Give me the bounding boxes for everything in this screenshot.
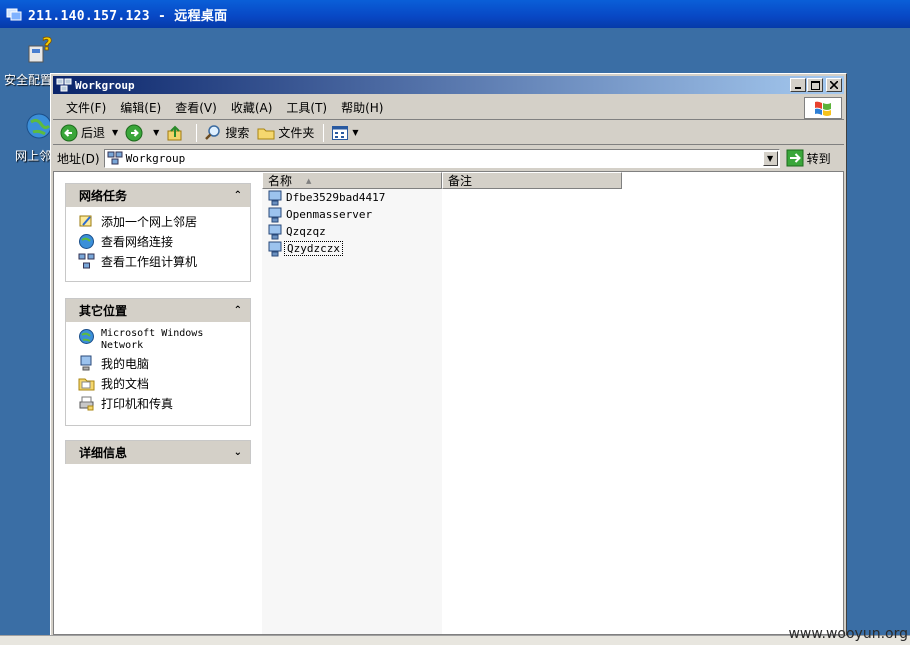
up-folder-button[interactable]: [163, 123, 190, 143]
close-button[interactable]: [826, 78, 842, 92]
place-my-computer[interactable]: 我的电脑: [78, 355, 250, 372]
address-value: Workgroup: [125, 151, 186, 165]
printer-icon: [79, 396, 94, 411]
security-wizard-icon: ?: [28, 34, 53, 63]
watermark: www.wooyun.org: [788, 626, 908, 642]
network-workgroup-icon: [56, 78, 72, 92]
address-bar: 地址(D) Workgroup ▼ 转到: [53, 146, 844, 170]
list-item[interactable]: Openmasserver: [268, 206, 374, 223]
forward-button[interactable]: [122, 123, 149, 143]
menu-favorites[interactable]: 收藏(A): [224, 97, 280, 118]
toolbar-separator: [323, 123, 325, 142]
menu-help[interactable]: 帮助(H): [334, 97, 390, 118]
forward-dropdown-icon[interactable]: ▼: [153, 128, 159, 137]
expand-chevron-icon[interactable]: ⌄: [234, 447, 242, 458]
views-button[interactable]: ▼: [328, 123, 361, 143]
place-my-documents[interactable]: 我的文档: [78, 375, 250, 392]
back-button[interactable]: 后退: [57, 123, 108, 143]
details-panel: 详细信息 ⌄: [65, 440, 251, 464]
folders-label: 文件夹: [278, 126, 315, 140]
window-titlebar[interactable]: Workgroup: [53, 76, 844, 94]
task-add-network-place[interactable]: 添加一个网上邻居: [78, 213, 250, 230]
add-network-place-icon: [79, 215, 92, 227]
minimize-icon: [795, 87, 801, 89]
forward-arrow-icon: [125, 124, 143, 141]
menu-file[interactable]: 文件(F): [59, 97, 113, 118]
remote-desktop-icon: [6, 8, 22, 21]
explorer-window[interactable]: Workgroup 文件(F) 编辑(E) 查看(V) 收藏(A) 工具(T) …: [50, 73, 847, 638]
list-item[interactable]: Qzqzqz: [268, 223, 328, 240]
address-label: 地址(D): [57, 151, 100, 166]
menu-bar: 文件(F) 编辑(E) 查看(V) 收藏(A) 工具(T) 帮助(H): [53, 96, 844, 120]
other-places-title: 其它位置: [79, 304, 128, 318]
details-header[interactable]: 详细信息 ⌄: [66, 441, 250, 464]
place-microsoft-windows-network[interactable]: Microsoft Windows Network: [78, 328, 250, 352]
column-header-name[interactable]: 名称 ▲: [262, 172, 442, 189]
window-title: Workgroup: [75, 78, 135, 92]
list-header: 名称 ▲ 备注: [262, 172, 622, 189]
back-dropdown-icon[interactable]: ▼: [112, 128, 118, 137]
back-label: 后退: [81, 126, 106, 140]
other-places-panel: 其它位置 ⌃ Microsoft Windows Network 我的电脑 我的…: [65, 298, 251, 426]
list-item[interactable]: Dfbe3529bad4417: [268, 189, 387, 206]
menu-edit[interactable]: 编辑(E): [113, 97, 168, 118]
computer-icon: [268, 190, 282, 205]
back-arrow-icon: [60, 124, 78, 141]
computer-icon: [268, 241, 282, 256]
my-documents-icon: [78, 378, 95, 391]
task-pane: 网络任务 ⌃ 添加一个网上邻居 查看网络连接 查看工作组计算机 其它位置 ⌃ M…: [54, 172, 262, 634]
address-dropdown-button[interactable]: ▼: [762, 150, 778, 166]
toolbar: 后退 ▼ ▼ 搜索 文件夹 ▼: [53, 121, 844, 145]
network-tasks-header[interactable]: 网络任务 ⌃: [66, 184, 250, 207]
windows-network-globe-icon: [79, 329, 94, 344]
search-button[interactable]: 搜索: [201, 123, 252, 143]
task-view-network-connections[interactable]: 查看网络连接: [78, 233, 250, 250]
computer-icon: [268, 207, 282, 222]
sort-ascending-icon: ▲: [306, 176, 312, 185]
windows-logo-icon: [804, 97, 842, 119]
maximize-icon: [810, 80, 820, 90]
svg-text:?: ?: [42, 34, 52, 55]
remote-desktop-title: 211.140.157.123 - 远程桌面: [28, 8, 228, 24]
go-button[interactable]: 转到: [786, 149, 831, 167]
column-header-comment[interactable]: 备注: [442, 172, 622, 189]
network-workgroup-icon: [107, 151, 123, 165]
file-list-pane: 名称 ▲ 备注 Dfbe3529bad4417 Openmasserver Qz…: [262, 172, 843, 634]
maximize-button[interactable]: [807, 78, 823, 92]
collapse-chevron-icon[interactable]: ⌃: [234, 305, 242, 316]
search-label: 搜索: [225, 126, 250, 140]
views-grid-icon: [332, 125, 349, 140]
close-icon: [830, 81, 838, 89]
computer-icon: [268, 224, 282, 239]
go-arrow-icon: [786, 149, 804, 167]
up-folder-icon: [167, 125, 182, 140]
task-view-workgroup-computers[interactable]: 查看工作组计算机: [78, 253, 250, 270]
collapse-chevron-icon[interactable]: ⌃: [234, 190, 242, 201]
place-printers-and-faxes[interactable]: 打印机和传真: [78, 395, 250, 412]
remote-horizontal-scrollbar[interactable]: [0, 635, 910, 645]
toolbar-separator: [196, 123, 198, 142]
details-title: 详细信息: [79, 446, 128, 460]
minimize-button[interactable]: [790, 78, 806, 92]
address-input[interactable]: Workgroup ▼: [103, 148, 780, 168]
workgroup-computers-icon: [78, 253, 95, 269]
network-tasks-panel: 网络任务 ⌃ 添加一个网上邻居 查看网络连接 查看工作组计算机: [65, 183, 251, 282]
go-label: 转到: [806, 151, 831, 166]
folder-icon: [257, 128, 275, 139]
menu-view[interactable]: 查看(V): [168, 97, 224, 118]
other-places-header[interactable]: 其它位置 ⌃: [66, 299, 250, 322]
network-connections-icon: [79, 234, 94, 249]
my-computer-icon: [80, 355, 92, 371]
content-area: 网络任务 ⌃ 添加一个网上邻居 查看网络连接 查看工作组计算机 其它位置 ⌃ M…: [53, 171, 844, 635]
list-item[interactable]: Qzydzczx: [268, 240, 343, 257]
search-icon: [205, 124, 221, 140]
network-tasks-title: 网络任务: [79, 189, 128, 203]
views-dropdown-icon: ▼: [352, 128, 359, 137]
remote-desktop-titlebar[interactable]: 211.140.157.123 - 远程桌面: [0, 0, 910, 28]
folders-button[interactable]: 文件夹: [254, 123, 317, 143]
menu-tools[interactable]: 工具(T): [279, 97, 334, 118]
